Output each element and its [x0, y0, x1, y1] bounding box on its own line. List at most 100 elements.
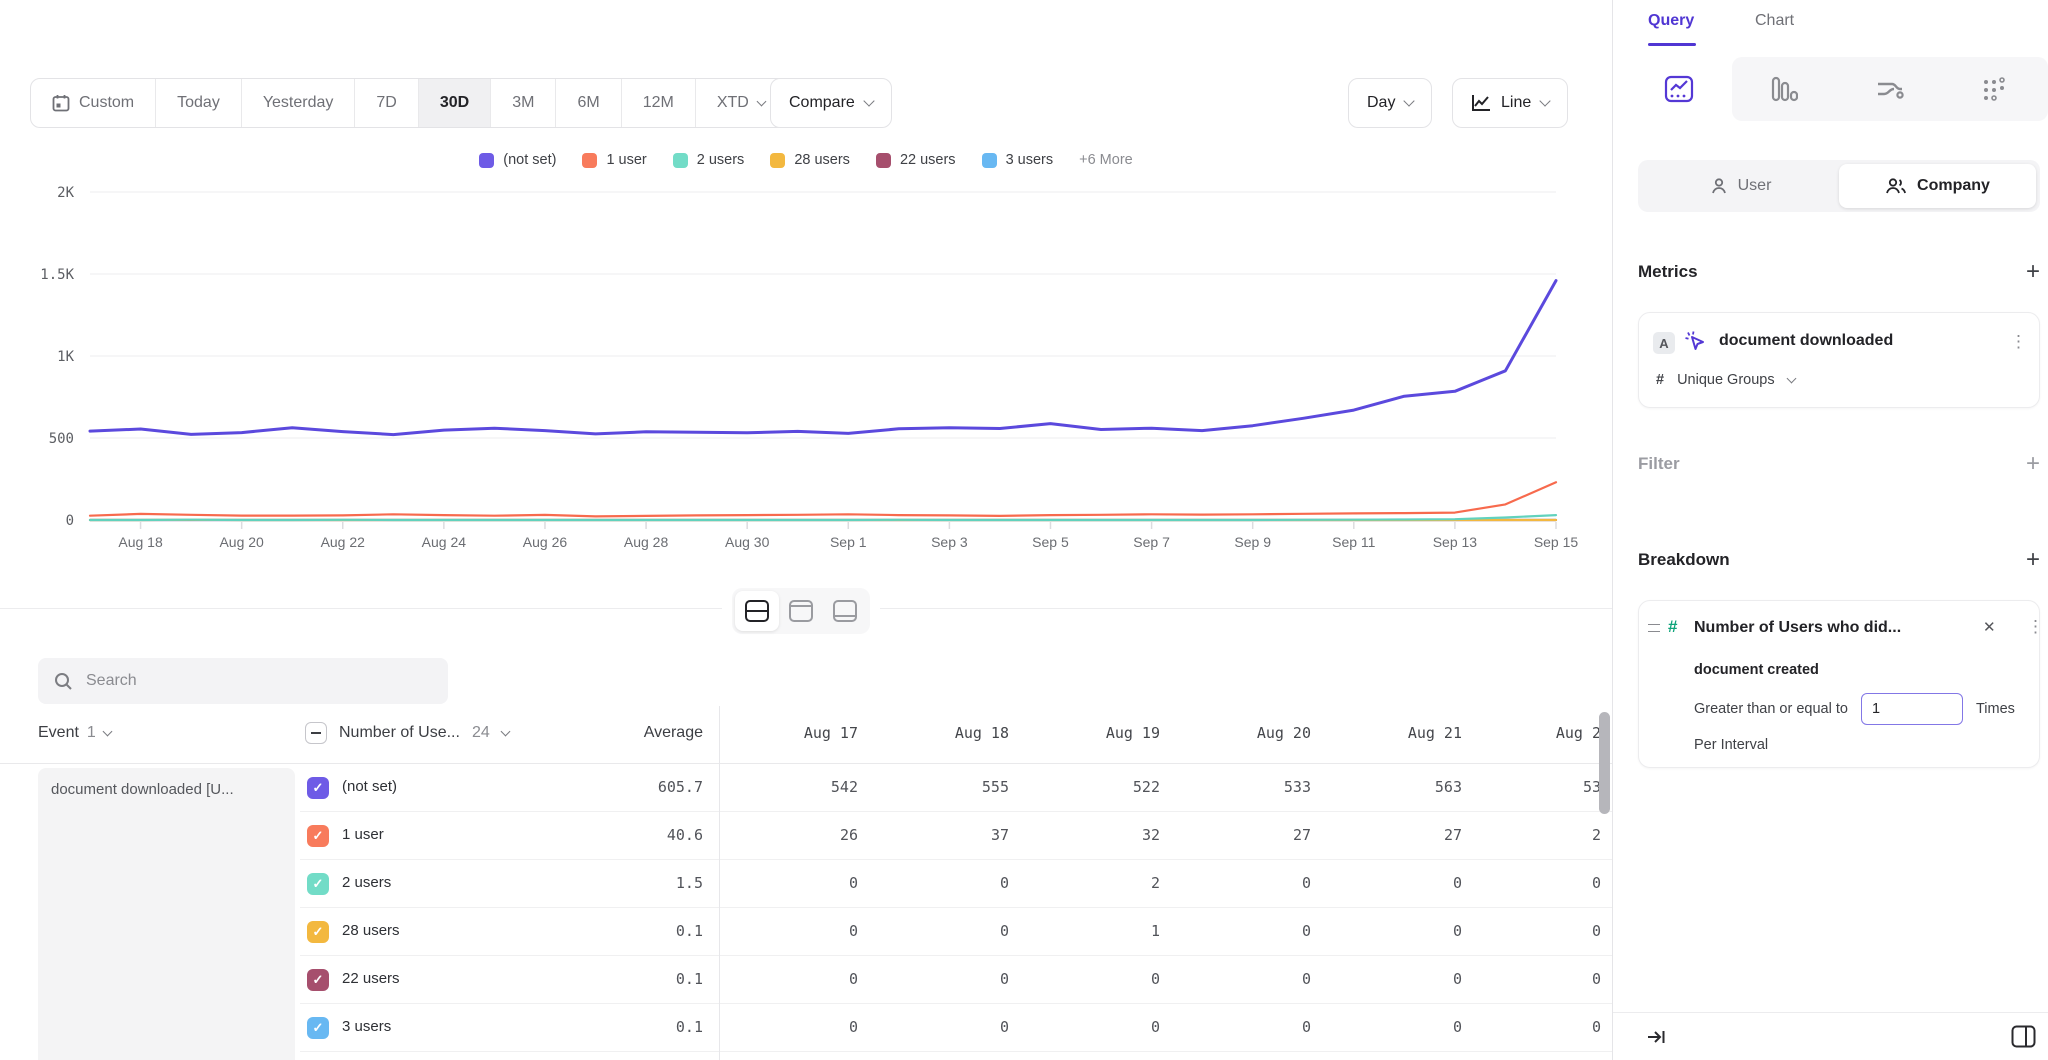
interval-select[interactable]: Day	[1348, 78, 1432, 128]
metric-aggregation[interactable]: # Unique Groups	[1656, 372, 1795, 388]
line-chart-icon	[1471, 94, 1491, 112]
cell-value: 2	[1027, 874, 1178, 892]
legend-item[interactable]: 1 user	[582, 152, 646, 168]
series-checkbox[interactable]: ✓	[307, 969, 329, 991]
table-body: ✓(not set)605.754255552253356353✓1 user4…	[0, 764, 1612, 1060]
breakdown-event-name[interactable]: document created	[1694, 662, 1819, 678]
compare-button[interactable]: Compare	[770, 78, 892, 128]
range-3m[interactable]: 3M	[491, 79, 556, 127]
series-label[interactable]: (not set)	[342, 778, 397, 795]
legend-item[interactable]: (not set)	[479, 152, 556, 168]
range-label: 30D	[440, 94, 469, 112]
chart-type-line-button[interactable]	[1626, 57, 1732, 121]
chevron-down-icon	[500, 726, 510, 736]
date-headers: Aug 17Aug 18Aug 19Aug 20Aug 21Aug 2	[725, 724, 1612, 742]
toggle-company[interactable]: Company	[1839, 164, 2036, 208]
range-custom[interactable]: Custom	[31, 79, 156, 127]
range-12m[interactable]: 12M	[622, 79, 696, 127]
legend-item[interactable]: 2 users	[673, 152, 745, 168]
number-property-icon: #	[1668, 617, 1677, 637]
chart-type-select[interactable]: Line	[1452, 78, 1568, 128]
sidebar-footer	[1613, 1012, 2048, 1060]
metric-menu-button[interactable]: ⋮	[2010, 332, 2027, 352]
average-value: 1.5	[583, 874, 703, 892]
series-label[interactable]: 2 users	[342, 874, 391, 891]
event-cell[interactable]: document downloaded [U...	[38, 768, 295, 1060]
chart-type-more-button[interactable]	[1943, 57, 2048, 121]
cell-value: 0	[1480, 874, 1612, 892]
layout-top-icon	[789, 600, 813, 622]
remove-breakdown-button[interactable]: ✕	[1983, 618, 1996, 636]
series-checkbox[interactable]: ✓	[307, 777, 329, 799]
series-checkbox[interactable]: ✓	[307, 921, 329, 943]
metric-event-name[interactable]: document downloaded	[1719, 332, 1893, 350]
range-label: XTD	[717, 94, 749, 112]
collapse-sidebar-button[interactable]	[1646, 1026, 1668, 1053]
layout-split-button[interactable]	[735, 591, 779, 631]
search-input[interactable]	[86, 672, 432, 690]
range-yesterday[interactable]: Yesterday	[242, 79, 356, 127]
cell-value: 27	[1178, 826, 1329, 844]
date-column-header: Aug 18	[876, 724, 1027, 742]
series-label[interactable]: 22 users	[342, 970, 400, 987]
series-checkbox[interactable]: ✓	[307, 873, 329, 895]
y-axis-label: 1K	[57, 349, 74, 365]
add-filter-button[interactable]: +	[2026, 452, 2040, 476]
date-column-header: Aug 19	[1027, 724, 1178, 742]
add-breakdown-button[interactable]: +	[2026, 548, 2040, 572]
x-axis-label: Aug 26	[523, 534, 568, 550]
row-divider	[300, 1051, 1612, 1052]
layout-chart-only-button[interactable]	[779, 591, 823, 631]
range-6m[interactable]: 6M	[556, 79, 621, 127]
legend-item[interactable]: 3 users	[982, 152, 1054, 168]
condition-label[interactable]: Greater than or equal to	[1694, 701, 1848, 717]
series-checkbox[interactable]: ✓	[307, 825, 329, 847]
cell-value: 0	[725, 1018, 876, 1036]
chart-type-flow-button[interactable]	[1837, 57, 1943, 121]
company-icon	[1885, 177, 1907, 195]
legend-item[interactable]: 22 users	[876, 152, 956, 168]
breakdown-menu-button[interactable]: ⋮	[2027, 617, 2044, 637]
add-metric-button[interactable]: +	[2026, 260, 2040, 284]
range-7d[interactable]: 7D	[355, 79, 418, 127]
event-column-header[interactable]: Event 1	[38, 724, 111, 742]
range-label: 12M	[643, 94, 674, 112]
drag-handle-icon[interactable]	[1648, 624, 1660, 632]
series-label[interactable]: 3 users	[342, 1018, 391, 1035]
cell-value: 2	[1480, 826, 1612, 844]
tab-chart[interactable]: Chart	[1755, 12, 1794, 30]
breakdown-property[interactable]: Number of Users who did...	[1694, 619, 1901, 637]
breakdown-section-header: Breakdown +	[1638, 548, 2040, 572]
tab-query[interactable]: Query	[1648, 12, 1694, 30]
cell-value: 563	[1329, 778, 1480, 796]
cell-value: 1	[1027, 922, 1178, 940]
per-interval-label[interactable]: Per Interval	[1694, 737, 1768, 753]
date-column-header: Aug 2	[1480, 724, 1612, 742]
legend-more-button[interactable]: +6 More	[1079, 152, 1133, 168]
range-30d[interactable]: 30D	[419, 79, 491, 127]
x-axis-label: Sep 11	[1332, 534, 1376, 550]
legend-label: 2 users	[697, 152, 745, 168]
breakdown-title: Breakdown	[1638, 550, 1730, 570]
series-label[interactable]: 1 user	[342, 826, 384, 843]
series-label[interactable]: 28 users	[342, 922, 400, 939]
x-axis-label: Sep 5	[1032, 534, 1069, 550]
layout-table-only-button[interactable]	[823, 591, 867, 631]
chart-type-bar-button[interactable]	[1732, 57, 1838, 121]
x-axis-label: Sep 7	[1133, 534, 1170, 550]
select-all-checkbox[interactable]	[305, 722, 327, 744]
legend-color-chip	[673, 153, 688, 168]
series-column-label[interactable]: Number of Use...	[339, 724, 460, 742]
y-axis-label: 1.5K	[40, 267, 74, 283]
date-column-header: Aug 17	[725, 724, 876, 742]
toggle-panel-button[interactable]	[2011, 1025, 2036, 1053]
legend-label: 1 user	[606, 152, 646, 168]
condition-unit-label: Times	[1976, 701, 2015, 717]
table-scrollbar[interactable]	[1599, 712, 1610, 814]
legend-item[interactable]: 28 users	[770, 152, 850, 168]
toggle-user[interactable]: User	[1642, 164, 1839, 208]
range-today[interactable]: Today	[156, 79, 242, 127]
condition-value-input[interactable]	[1861, 693, 1963, 725]
series-checkbox[interactable]: ✓	[307, 1017, 329, 1039]
cell-value: 0	[876, 922, 1027, 940]
